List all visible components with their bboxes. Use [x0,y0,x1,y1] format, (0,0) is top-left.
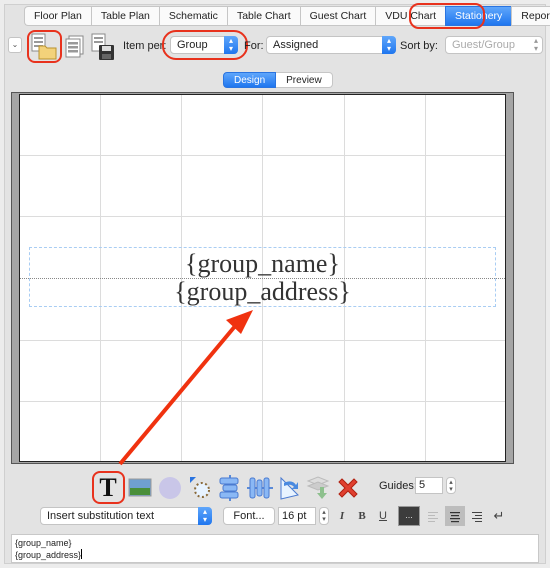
align-right-icon[interactable] [468,507,486,525]
document-list-icon[interactable] [64,35,86,59]
guides-label: Guides: [379,480,417,492]
return-icon[interactable]: ↵ [490,507,508,525]
grid-line [20,340,505,341]
align-center-icon[interactable] [445,506,465,526]
grid-line [20,216,505,217]
grid-line [20,401,505,402]
select-arrows-icon: ▴ ▾ [224,36,238,54]
item-per-label: Item per: [123,40,167,52]
grid-line [20,155,505,156]
collapse-button[interactable]: ⌄ [8,37,22,53]
tab-guest-chart[interactable]: Guest Chart [299,6,376,26]
design-button[interactable]: Design [223,72,277,88]
text-line-group-address: {group_address} [174,277,351,306]
for-label: For: [244,40,264,52]
align-vertical-icon[interactable] [247,475,273,501]
layer-down-icon[interactable] [306,475,330,501]
circle-tool-icon[interactable] [158,476,182,500]
rotate-tool-icon[interactable] [188,475,214,501]
open-folder-icon[interactable] [30,33,58,61]
guides-input[interactable]: 5 [415,477,443,494]
font-button[interactable]: Font... [223,507,275,525]
sort-by-select[interactable]: Guest/Group ▴ ▾ [445,36,543,54]
design-canvas[interactable]: {group_name} {group_address} [19,94,506,462]
select-arrows-icon: ▴ ▾ [533,36,538,53]
guides-stepper[interactable]: ▴ ▾ [446,477,456,494]
italic-button[interactable]: I [333,507,351,525]
design-preview-toggle: Design Preview [223,72,333,88]
select-arrows-icon: ▴ ▾ [198,507,212,525]
view-tabs: Floor Plan Table Plan Schematic Table Ch… [24,6,550,26]
tab-stationery[interactable]: Stationery [445,6,512,26]
text-line-group-name: {group_name} [185,249,340,278]
text-element[interactable]: {group_name} {group_address} [29,247,496,307]
tab-floor-plan[interactable]: Floor Plan [24,6,91,26]
sort-by-label: Sort by: [400,40,438,52]
image-tool-icon[interactable] [128,478,152,498]
text-editor[interactable]: {group_name} {group_address} [11,534,539,563]
insert-substitution-select[interactable]: Insert substitution text ▴ ▾ [40,507,212,525]
editor-line: {group_address} [15,549,83,560]
text-color-well[interactable]: ... [398,506,420,526]
underline-button[interactable]: U [374,507,392,525]
editor-line: {group_name} [15,538,72,548]
tab-schematic[interactable]: Schematic [158,6,227,26]
flip-tool-icon[interactable] [278,475,302,501]
font-size-input[interactable]: 16 pt [278,507,316,525]
save-disk-icon[interactable] [90,33,116,61]
for-select[interactable]: Assigned ▴ ▾ [266,36,396,54]
text-tool-button[interactable]: T [95,474,121,502]
text-t-icon: T [99,473,117,502]
tab-table-chart[interactable]: Table Chart [226,6,300,26]
align-left-icon[interactable] [424,507,442,525]
select-arrows-icon: ▴ ▾ [382,36,396,54]
chevron-down-icon: ⌄ [11,40,19,49]
tab-report[interactable]: Report [511,6,550,26]
preview-button[interactable]: Preview [276,72,333,88]
tab-table-plan[interactable]: Table Plan [90,6,159,26]
text-caret [81,549,83,559]
bold-button[interactable]: B [353,507,371,525]
delete-icon[interactable] [336,476,360,500]
tab-vdu-chart[interactable]: VDU Chart [375,6,446,26]
item-per-select[interactable]: Group ▴ ▾ [170,36,238,54]
align-horizontal-icon[interactable] [218,475,242,501]
font-size-stepper[interactable]: ▴ ▾ [319,507,329,525]
